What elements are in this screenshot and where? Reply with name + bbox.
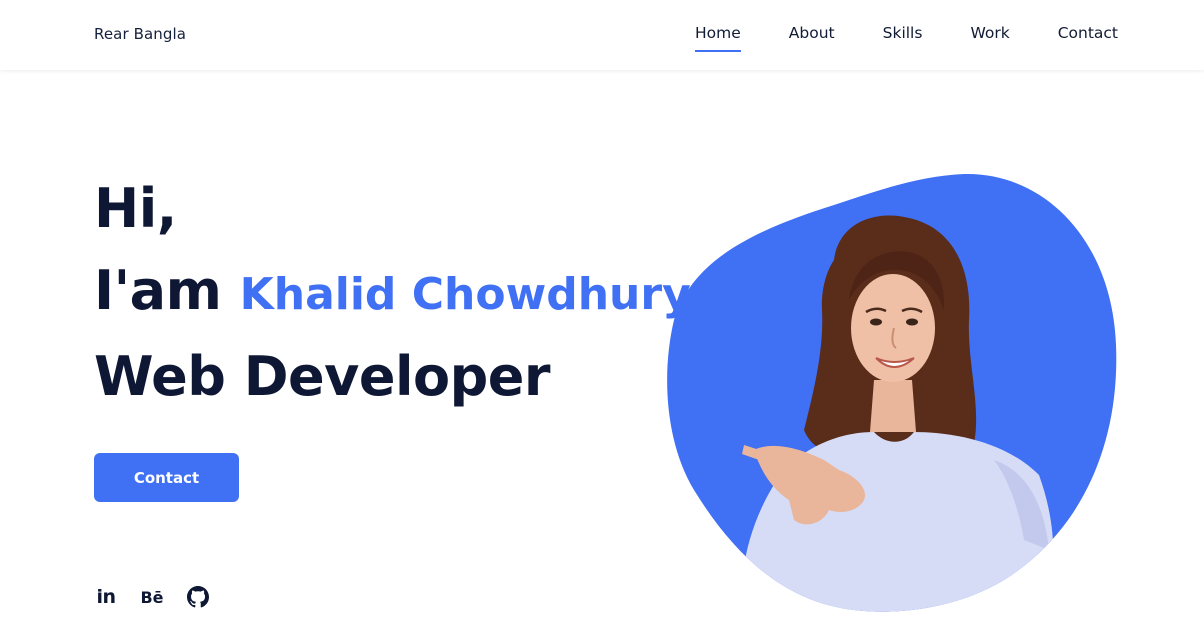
hero-intro-line: I'am Khalid Chowdhury (94, 250, 691, 336)
nav-item-about[interactable]: About (789, 24, 835, 52)
contact-button[interactable]: Contact (94, 453, 239, 502)
github-icon[interactable] (186, 585, 210, 609)
nav-item-skills[interactable]: Skills (883, 24, 923, 52)
main-nav: Home About Skills Work Contact (695, 24, 1118, 52)
hero-intro: I'am (94, 259, 222, 322)
portrait-illustration (667, 173, 1117, 612)
hero-role: Web Developer (94, 345, 551, 408)
nav-item-home[interactable]: Home (695, 24, 741, 52)
hero-portrait (664, 170, 1124, 615)
hero-text: Hi, I'am Khalid Chowdhury Web Developer (94, 168, 691, 418)
hero-greeting: Hi, (94, 177, 177, 240)
hero-name: Khalid Chowdhury (239, 269, 691, 320)
social-links: in Bē (94, 585, 210, 609)
nav-item-work[interactable]: Work (970, 24, 1009, 52)
linkedin-icon[interactable]: in (94, 585, 118, 609)
behance-icon[interactable]: Bē (140, 585, 164, 609)
site-logo[interactable]: Rear Bangla (94, 25, 186, 43)
nav-item-contact[interactable]: Contact (1058, 24, 1118, 52)
site-header: Rear Bangla Home About Skills Work Conta… (0, 0, 1204, 70)
